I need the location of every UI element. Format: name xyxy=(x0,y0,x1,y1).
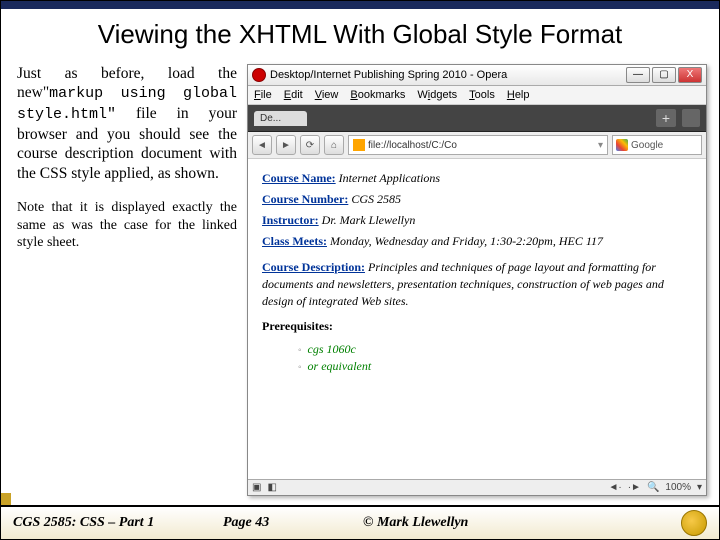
forward-button[interactable]: ► xyxy=(276,135,296,155)
course-name-value: Internet Applications xyxy=(339,171,440,185)
list-item: ◦ or equivalent xyxy=(298,359,692,374)
menu-edit[interactable]: Edit xyxy=(284,89,303,101)
search-input[interactable]: Google xyxy=(612,135,702,155)
menu-view[interactable]: View xyxy=(315,89,339,101)
address-text: file://localhost/C:/Co xyxy=(368,140,457,151)
class-meets-label: Class Meets: xyxy=(262,234,327,248)
menu-bookmarks[interactable]: Bookmarks xyxy=(350,89,405,101)
ucf-logo-icon xyxy=(681,510,707,536)
tab-bar: De... + xyxy=(248,105,706,132)
window-titlebar[interactable]: Desktop/Internet Publishing Spring 2010 … xyxy=(248,65,706,86)
menu-file[interactable]: File xyxy=(254,89,272,101)
prereq-1: cgs 1060c xyxy=(308,342,356,356)
maximize-button[interactable]: ▢ xyxy=(652,67,676,83)
zoom-icon[interactable]: 🔍 xyxy=(647,482,659,493)
browser-window: Desktop/Internet Publishing Spring 2010 … xyxy=(247,64,707,496)
slide-accent-bar xyxy=(1,1,719,9)
menu-help[interactable]: Help xyxy=(507,89,530,101)
slide-content: Just as before, load the new"markup usin… xyxy=(1,56,719,496)
course-number-value: CGS 2585 xyxy=(351,192,401,206)
scroll-right-icon[interactable]: ·► xyxy=(628,482,641,493)
paragraph-1: Just as before, load the new"markup usin… xyxy=(17,64,237,183)
browser-tab[interactable]: De... xyxy=(254,111,307,126)
minimize-button[interactable]: — xyxy=(626,67,650,83)
bullet-icon: ◦ xyxy=(298,345,302,356)
sidebar-toggle-icon[interactable]: ◧ xyxy=(267,482,276,493)
instructor-label: Instructor: xyxy=(262,213,319,227)
view-icon[interactable]: ▣ xyxy=(252,482,261,493)
course-name-label: Course Name: xyxy=(262,171,336,185)
prereq-2: or equivalent xyxy=(308,359,372,373)
paragraph-2: Note that it is displayed exactly the sa… xyxy=(17,199,237,252)
instructor-value: Dr. Mark Llewellyn xyxy=(322,213,416,227)
gold-accent xyxy=(1,493,11,505)
close-button[interactable]: X xyxy=(678,67,702,83)
dropdown-icon[interactable]: ▾ xyxy=(598,140,603,151)
page-icon xyxy=(353,139,365,151)
menu-widgets[interactable]: Widgets xyxy=(417,89,457,101)
scroll-left-icon[interactable]: ◄· xyxy=(608,482,621,493)
back-button[interactable]: ◄ xyxy=(252,135,272,155)
address-bar-row: ◄ ► ⟳ ⌂ file://localhost/C:/Co ▾ Google xyxy=(248,132,706,159)
footer-course: CGS 2585: CSS – Part 1 xyxy=(13,515,223,531)
new-tab-button[interactable]: + xyxy=(656,109,676,127)
course-name-row: Course Name: Internet Applications xyxy=(262,171,692,186)
home-button[interactable]: ⌂ xyxy=(324,135,344,155)
description-row: Course Description: Principles and techn… xyxy=(262,259,692,309)
list-item: ◦ cgs 1060c xyxy=(298,342,692,357)
menu-bar: File Edit View Bookmarks Widgets Tools H… xyxy=(248,86,706,105)
course-number-row: Course Number: CGS 2585 xyxy=(262,192,692,207)
instructor-row: Instructor: Dr. Mark Llewellyn xyxy=(262,213,692,228)
status-bar: ▣ ◧ ◄· ·► 🔍 100% ▾ xyxy=(248,479,706,495)
search-placeholder: Google xyxy=(631,140,663,151)
menu-tools[interactable]: Tools xyxy=(469,89,495,101)
left-column: Just as before, load the new"markup usin… xyxy=(17,64,237,496)
description-label: Course Description: xyxy=(262,260,365,274)
prerequisites-list: ◦ cgs 1060c ◦ or equivalent xyxy=(298,342,692,374)
address-input[interactable]: file://localhost/C:/Co ▾ xyxy=(348,135,608,155)
opera-icon xyxy=(252,68,266,82)
reload-button[interactable]: ⟳ xyxy=(300,135,320,155)
footer-page: Page 43 xyxy=(223,515,363,531)
right-column: Desktop/Internet Publishing Spring 2010 … xyxy=(247,64,707,496)
google-icon xyxy=(616,139,628,151)
zoom-value: 100% xyxy=(665,482,691,493)
window-title-text: Desktop/Internet Publishing Spring 2010 … xyxy=(270,69,507,81)
course-number-label: Course Number: xyxy=(262,192,348,206)
bullet-icon: ◦ xyxy=(298,362,302,373)
page-content: Course Name: Internet Applications Cours… xyxy=(248,159,706,479)
window-buttons: — ▢ X xyxy=(626,67,702,83)
prerequisites-label: Prerequisites: xyxy=(262,319,692,334)
slide-footer: CGS 2585: CSS – Part 1 Page 43 © Mark Ll… xyxy=(1,505,719,539)
footer-copyright: © Mark Llewellyn xyxy=(363,515,681,531)
slide-title: Viewing the XHTML With Global Style Form… xyxy=(1,9,719,56)
zoom-dropdown-icon[interactable]: ▾ xyxy=(697,482,702,493)
class-meets-value: Monday, Wednesday and Friday, 1:30-2:20p… xyxy=(330,234,603,248)
class-meets-row: Class Meets: Monday, Wednesday and Frida… xyxy=(262,234,692,249)
closed-tabs-button[interactable] xyxy=(682,109,700,127)
